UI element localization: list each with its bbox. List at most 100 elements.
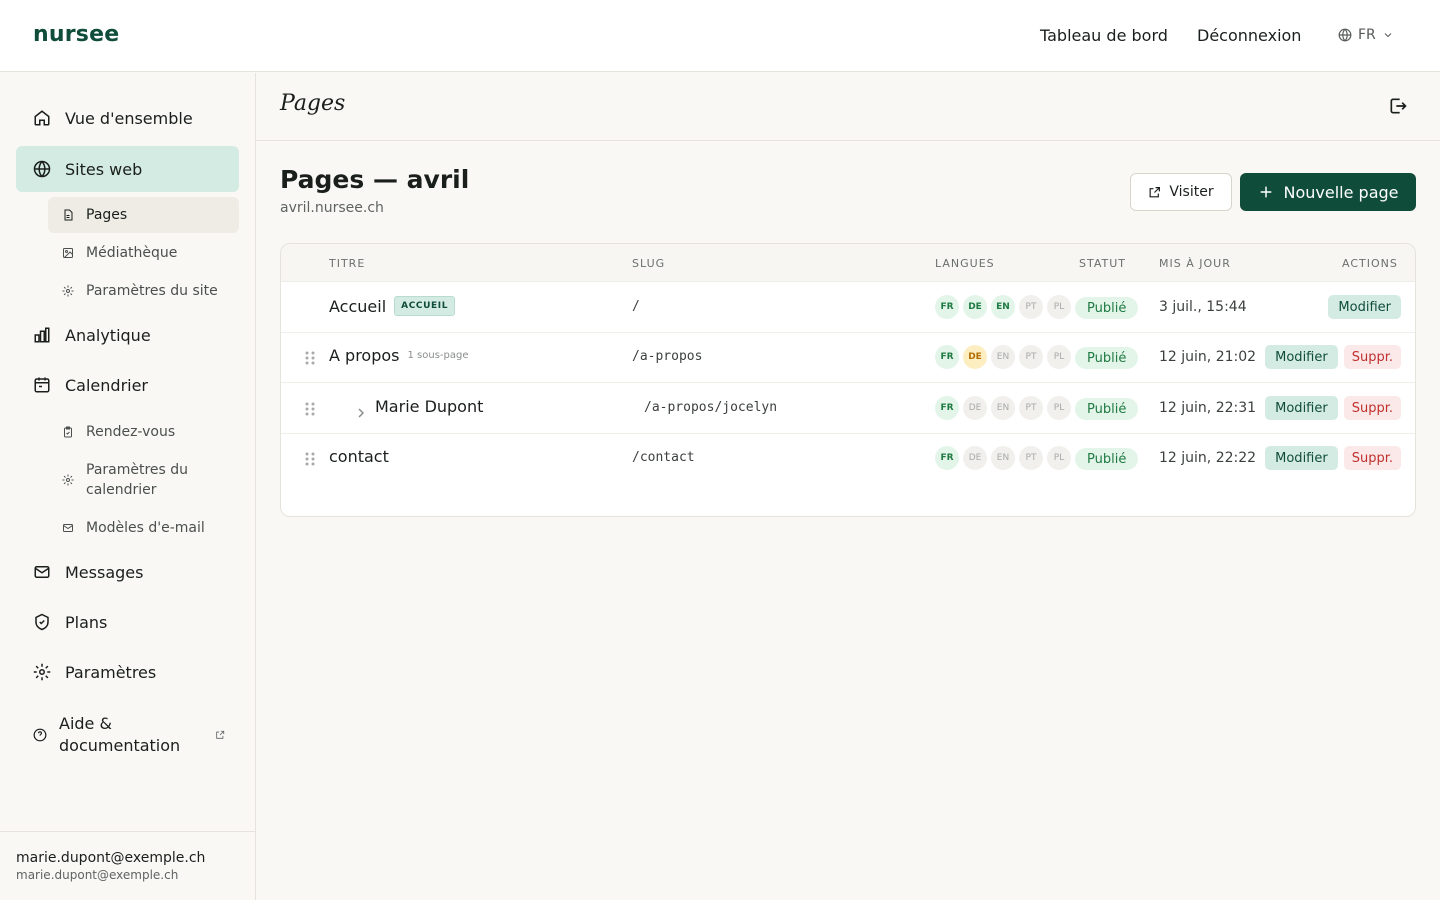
- visit-button-label: Visiter: [1169, 184, 1214, 200]
- globe-icon: [33, 160, 51, 178]
- clipboard-icon: [62, 426, 74, 438]
- sidebar-item-plans[interactable]: Plans: [16, 599, 239, 645]
- sidebar-subitem-media[interactable]: Médiathèque: [48, 235, 239, 271]
- row-title[interactable]: A propos: [329, 346, 399, 365]
- edit-button[interactable]: Modifier: [1265, 396, 1338, 420]
- column-header-title: TITRE: [329, 257, 366, 270]
- lang-badge[interactable]: EN: [991, 446, 1015, 470]
- column-header-langs: LANGUES: [935, 257, 995, 270]
- lang-badge[interactable]: DE: [963, 446, 987, 470]
- new-page-button-label: Nouvelle page: [1283, 182, 1399, 202]
- site-domain: avril.nursee.ch: [280, 200, 384, 216]
- chevron-right-icon[interactable]: [357, 403, 365, 418]
- table-row[interactable]: A propos 1 sous-page /a-propos FR DE EN …: [281, 332, 1415, 383]
- row-title-cell: Accueil ACCUEIL: [329, 296, 456, 316]
- row-title-cell: Marie Dupont: [375, 397, 483, 416]
- lang-badge[interactable]: EN: [991, 396, 1015, 420]
- sidebar-item-settings[interactable]: Paramètres: [16, 649, 239, 695]
- row-title-cell: A propos 1 sous-page: [329, 346, 469, 365]
- table-row[interactable]: Accueil ACCUEIL / FR DE EN PT PL Publié …: [281, 282, 1415, 333]
- language-current: FR: [1358, 27, 1376, 43]
- lang-badge[interactable]: DE: [963, 345, 987, 369]
- edit-button[interactable]: Modifier: [1265, 446, 1338, 470]
- user-profile[interactable]: marie.dupont@exemple.ch marie.dupont@exe…: [0, 831, 256, 900]
- sidebar-subitem-site-settings[interactable]: Paramètres du site: [48, 273, 239, 309]
- lang-badge[interactable]: PT: [1019, 345, 1043, 369]
- sidebar-subitem-label: Paramètres du site: [86, 283, 218, 299]
- shield-icon: [33, 613, 51, 631]
- sidebar-item-overview[interactable]: Vue d'ensemble: [16, 95, 239, 141]
- new-page-button[interactable]: Nouvelle page: [1240, 173, 1416, 211]
- table-row[interactable]: Marie Dupont /a-propos/jocelyn FR DE EN …: [281, 383, 1415, 434]
- edit-button[interactable]: Modifier: [1265, 345, 1338, 369]
- lang-badge[interactable]: PT: [1019, 396, 1043, 420]
- sidebar-subitem-appointments[interactable]: Rendez-vous: [48, 414, 239, 450]
- lang-badge[interactable]: PL: [1047, 345, 1071, 369]
- row-title[interactable]: contact: [329, 447, 389, 466]
- sidebar-item-websites[interactable]: Sites web: [16, 146, 239, 192]
- status-badge: Publié: [1075, 347, 1139, 369]
- logout-icon[interactable]: [1388, 96, 1408, 116]
- row-title[interactable]: Marie Dupont: [375, 397, 483, 416]
- delete-button[interactable]: Suppr.: [1343, 446, 1401, 470]
- row-updated: 12 juin, 22:22: [1159, 450, 1257, 466]
- row-actions: Modifier Suppr.: [1265, 345, 1401, 369]
- row-langs: FR DE EN PT PL: [935, 396, 1071, 420]
- table-row[interactable]: contact /contact FR DE EN PT PL Publié 1…: [281, 433, 1415, 484]
- column-header-updated: MIS À JOUR: [1159, 257, 1231, 270]
- external-link-icon: [215, 730, 225, 740]
- language-switcher[interactable]: FR: [1338, 27, 1394, 43]
- lang-badge[interactable]: PL: [1047, 396, 1071, 420]
- delete-button[interactable]: Suppr.: [1343, 345, 1401, 369]
- lang-badge[interactable]: EN: [991, 345, 1015, 369]
- column-header-actions: ACTIONS: [1342, 257, 1398, 270]
- row-slug: /: [632, 299, 640, 314]
- sidebar-item-help[interactable]: Aide & documentation: [16, 710, 239, 760]
- bar-chart-icon: [33, 326, 51, 344]
- gear-icon: [62, 285, 74, 297]
- dashboard-link[interactable]: Tableau de bord: [1040, 26, 1168, 45]
- sidebar-item-label: Sites web: [65, 159, 143, 179]
- lang-badge[interactable]: FR: [935, 295, 959, 319]
- row-langs: FR DE EN PT PL: [935, 345, 1071, 369]
- lang-badge[interactable]: DE: [963, 396, 987, 420]
- row-title[interactable]: Accueil: [329, 297, 386, 316]
- chevron-down-icon: [1384, 33, 1392, 38]
- lang-badge[interactable]: PT: [1019, 446, 1043, 470]
- drag-handle-icon[interactable]: [304, 401, 316, 416]
- sidebar: Vue d'ensemble Sites web Pages Médiathèq…: [0, 73, 256, 900]
- lang-badge[interactable]: FR: [935, 396, 959, 420]
- sidebar-subitem-calendar-settings[interactable]: Paramètres du calendrier: [48, 454, 239, 506]
- sidebar-item-messages[interactable]: Messages: [16, 549, 239, 595]
- sidebar-subitem-pages[interactable]: Pages: [48, 197, 239, 233]
- edit-button[interactable]: Modifier: [1328, 295, 1401, 319]
- sidebar-subitem-email-templates[interactable]: Modèles d'e-mail: [48, 510, 239, 546]
- lang-badge[interactable]: EN: [991, 295, 1015, 319]
- lang-badge[interactable]: PL: [1047, 446, 1071, 470]
- lang-badge[interactable]: FR: [935, 345, 959, 369]
- sidebar-item-analytics[interactable]: Analytique: [16, 312, 239, 358]
- calendar-icon: [33, 376, 51, 394]
- drag-handle-icon[interactable]: [304, 451, 316, 466]
- sidebar-item-label: Calendrier: [65, 375, 149, 395]
- row-updated: 12 juin, 21:02: [1159, 349, 1257, 365]
- brand-logo[interactable]: nursee: [33, 22, 119, 47]
- sidebar-subitem-label: Médiathèque: [86, 245, 178, 261]
- delete-button[interactable]: Suppr.: [1343, 396, 1401, 420]
- lang-badge[interactable]: FR: [935, 446, 959, 470]
- user-name: marie.dupont@exemple.ch: [16, 850, 206, 866]
- column-header-status: STATUT: [1079, 257, 1127, 270]
- visit-button[interactable]: Visiter: [1130, 173, 1232, 211]
- mail-icon: [62, 522, 74, 534]
- sidebar-item-label: Paramètres: [65, 662, 157, 682]
- sidebar-item-label: Vue d'ensemble: [65, 108, 193, 128]
- row-title-cell: contact: [329, 447, 389, 466]
- sidebar-item-calendar[interactable]: Calendrier: [16, 362, 239, 408]
- logout-link[interactable]: Déconnexion: [1197, 26, 1301, 45]
- lang-badge[interactable]: DE: [963, 295, 987, 319]
- lang-badge[interactable]: PL: [1047, 295, 1071, 319]
- gear-icon: [33, 663, 51, 681]
- pages-table: TITRE SLUG LANGUES STATUT MIS À JOUR ACT…: [280, 243, 1416, 517]
- lang-badge[interactable]: PT: [1019, 295, 1043, 319]
- drag-handle-icon[interactable]: [304, 350, 316, 365]
